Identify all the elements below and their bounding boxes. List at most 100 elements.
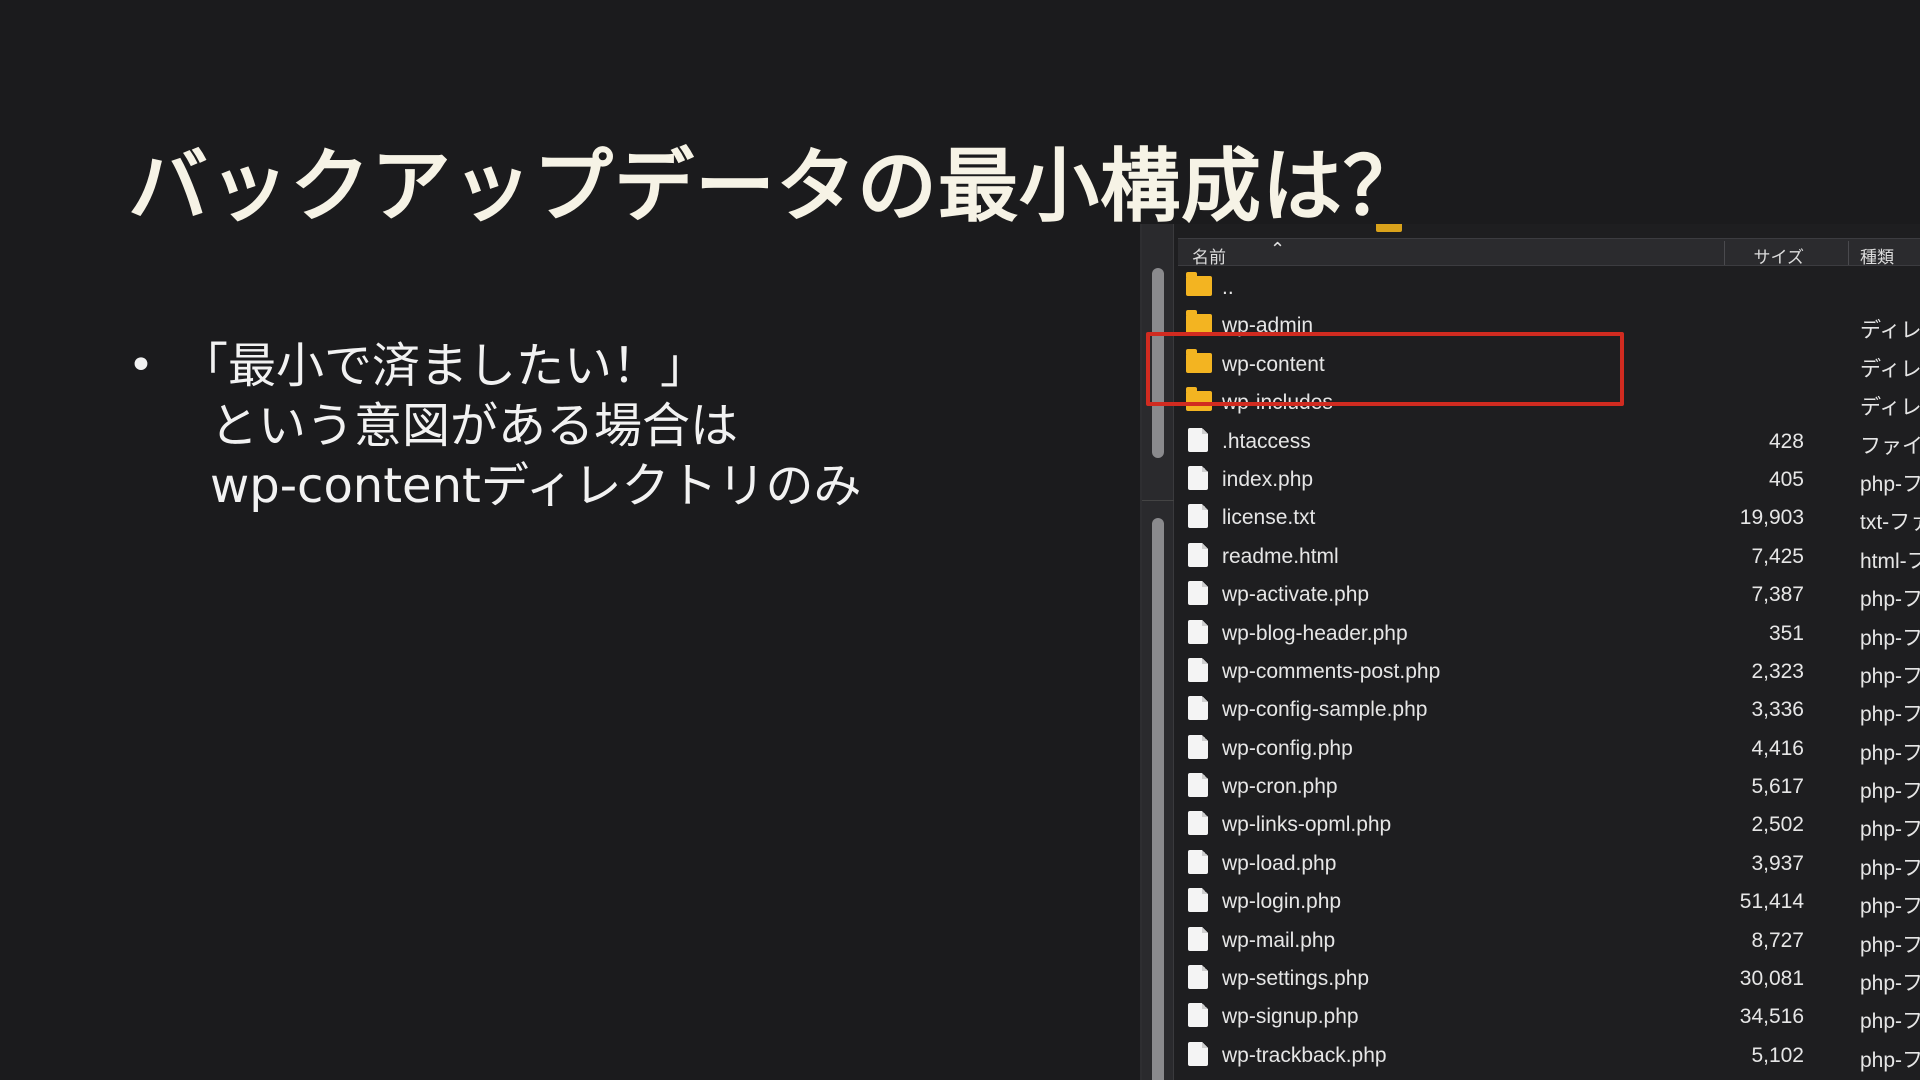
file-name: wp-admin (1222, 314, 1314, 338)
file-row[interactable]: wp-signup.php 34,516 php-ファ (1178, 997, 1920, 1035)
file-row[interactable]: wp-trackback.php 5,102 php-ファ (1178, 1036, 1920, 1074)
file-icon (1188, 619, 1208, 644)
file-kind: php-ファ (1860, 818, 1920, 842)
file-row[interactable]: wp-links-opml.php 2,502 php-ファ (1178, 805, 1920, 843)
file-row[interactable]: wp-cron.php 5,617 php-ファ (1178, 767, 1920, 805)
file-icon (1188, 926, 1208, 951)
file-name: wp-trackback.php (1222, 1043, 1387, 1067)
column-divider[interactable] (1848, 241, 1849, 265)
bullet-line-3: wp-contentディレクトリのみ (210, 458, 862, 514)
file-icon (1188, 696, 1208, 721)
folder-icon (1186, 348, 1212, 373)
column-header: 名前 ⌃ サイズ 種類 (1178, 238, 1920, 268)
file-row[interactable]: wp-activate.php 7,387 php-ファ (1178, 575, 1920, 613)
file-size: 2,323 (1751, 659, 1804, 683)
file-row[interactable]: .. (1178, 268, 1920, 306)
file-row[interactable]: wp-content ディレク (1178, 345, 1920, 383)
file-name: readme.html (1222, 544, 1339, 568)
previous-pane-edge (1174, 224, 1920, 236)
file-size: 8,727 (1751, 928, 1804, 952)
folder-icon (1376, 224, 1402, 232)
file-row[interactable]: wp-includes ディレク (1178, 383, 1920, 421)
file-row[interactable]: wp-settings.php 30,081 php-ファ (1178, 959, 1920, 997)
file-kind: php-ファ (1860, 741, 1920, 765)
file-name: wp-links-opml.php (1222, 813, 1392, 837)
file-kind: php-ファ (1860, 1010, 1920, 1034)
file-icon (1188, 849, 1208, 874)
file-name: wp-cron.php (1222, 775, 1338, 799)
file-row[interactable]: .htaccess 428 ファイル (1178, 422, 1920, 460)
file-size: 30,081 (1739, 967, 1804, 991)
file-size: 7,387 (1751, 583, 1804, 607)
folder-icon (1186, 272, 1212, 296)
file-kind: php-ファ (1860, 703, 1920, 727)
scrollbar-thumb-lower[interactable] (1152, 518, 1164, 1080)
file-kind: php-ファ (1860, 895, 1920, 919)
file-row[interactable]: wp-admin ディレク (1178, 306, 1920, 344)
file-kind: ディレク (1860, 357, 1920, 381)
file-kind: php-ファ (1860, 626, 1920, 650)
scrollbar-thumb-upper[interactable] (1152, 268, 1164, 458)
file-name: wp-load.php (1222, 851, 1337, 875)
scrollbar-track[interactable] (1142, 224, 1174, 1080)
file-kind: ディレク (1860, 319, 1920, 343)
file-size: 4,416 (1751, 736, 1804, 760)
file-kind: php-ファ (1860, 780, 1920, 804)
file-row[interactable]: wp-load.php 3,937 php-ファ (1178, 844, 1920, 882)
file-row[interactable]: index.php 405 php-ファ (1178, 460, 1920, 498)
slide-title: バックアップデータの最小構成は？ (128, 140, 1424, 233)
file-size: 5,102 (1751, 1043, 1804, 1067)
column-divider[interactable] (1724, 241, 1725, 265)
bullet-line-1: 「最小で済ましたい！」 (180, 338, 709, 394)
file-name: wp-config.php (1222, 736, 1353, 760)
file-kind: php-ファ (1860, 588, 1920, 612)
file-row[interactable]: license.txt 19,903 txt-ファ (1178, 498, 1920, 536)
file-row[interactable]: wp-config.php 4,416 php-ファ (1178, 729, 1920, 767)
file-icon (1188, 657, 1208, 682)
file-kind: php-ファ (1860, 664, 1920, 688)
file-size: 5,617 (1751, 775, 1804, 799)
bullet-item: • 「最小で済ましたい！」 という意図がある場合は wp-contentディレク… (128, 336, 861, 516)
file-size: 34,516 (1739, 1005, 1804, 1029)
folder-icon (1186, 310, 1212, 335)
pane-divider (1142, 500, 1174, 501)
column-header-kind[interactable]: 種類 (1860, 243, 1894, 268)
bullet-text: 「最小で済ましたい！」 という意図がある場合は wp-contentディレクトリ… (180, 336, 861, 516)
file-row[interactable]: wp-mail.php 8,727 php-ファ (1178, 921, 1920, 959)
file-kind: php-ファ (1860, 1048, 1920, 1072)
file-name: wp-includes (1222, 391, 1333, 415)
file-name: wp-comments-post.php (1222, 659, 1441, 683)
file-name: wp-activate.php (1222, 583, 1370, 607)
file-row[interactable]: wp-blog-header.php 351 php-ファ (1178, 614, 1920, 652)
file-kind: php-ファ (1860, 472, 1920, 496)
sort-ascending-icon[interactable]: ⌃ (1270, 239, 1285, 260)
file-icon (1188, 773, 1208, 798)
file-name: wp-config-sample.php (1222, 698, 1428, 722)
file-size: 428 (1768, 429, 1804, 453)
file-kind: html-フ (1860, 549, 1920, 573)
file-size: 351 (1768, 621, 1804, 645)
column-header-name[interactable]: 名前 (1192, 243, 1226, 268)
file-icon (1188, 965, 1208, 990)
file-size: 405 (1768, 467, 1804, 491)
file-kind: ディレク (1860, 396, 1920, 420)
bullet-line-2: という意図がある場合は (210, 398, 739, 454)
file-row[interactable]: wp-config-sample.php 3,336 php-ファ (1178, 690, 1920, 728)
file-row[interactable]: wp-login.php 51,414 php-ファ (1178, 882, 1920, 920)
file-kind: php-ファ (1860, 933, 1920, 957)
file-size: 3,937 (1751, 851, 1804, 875)
file-icon (1188, 1041, 1208, 1066)
file-icon (1188, 734, 1208, 759)
file-name: wp-login.php (1222, 890, 1342, 914)
file-icon (1188, 811, 1208, 836)
file-row[interactable]: wp-comments-post.php 2,323 php-ファ (1178, 652, 1920, 690)
file-icon (1188, 465, 1208, 490)
column-header-size[interactable]: サイズ (1754, 243, 1805, 268)
file-name: wp-blog-header.php (1222, 621, 1408, 645)
file-name: wp-content (1222, 352, 1325, 376)
file-size: 51,414 (1739, 890, 1804, 914)
file-size: 3,336 (1751, 698, 1804, 722)
file-list: .. wp-admin ディレク wp-content ディレク wp-includes デ… (1178, 268, 1920, 1074)
file-name: index.php (1222, 467, 1314, 491)
file-row[interactable]: readme.html 7,425 html-フ (1178, 537, 1920, 575)
